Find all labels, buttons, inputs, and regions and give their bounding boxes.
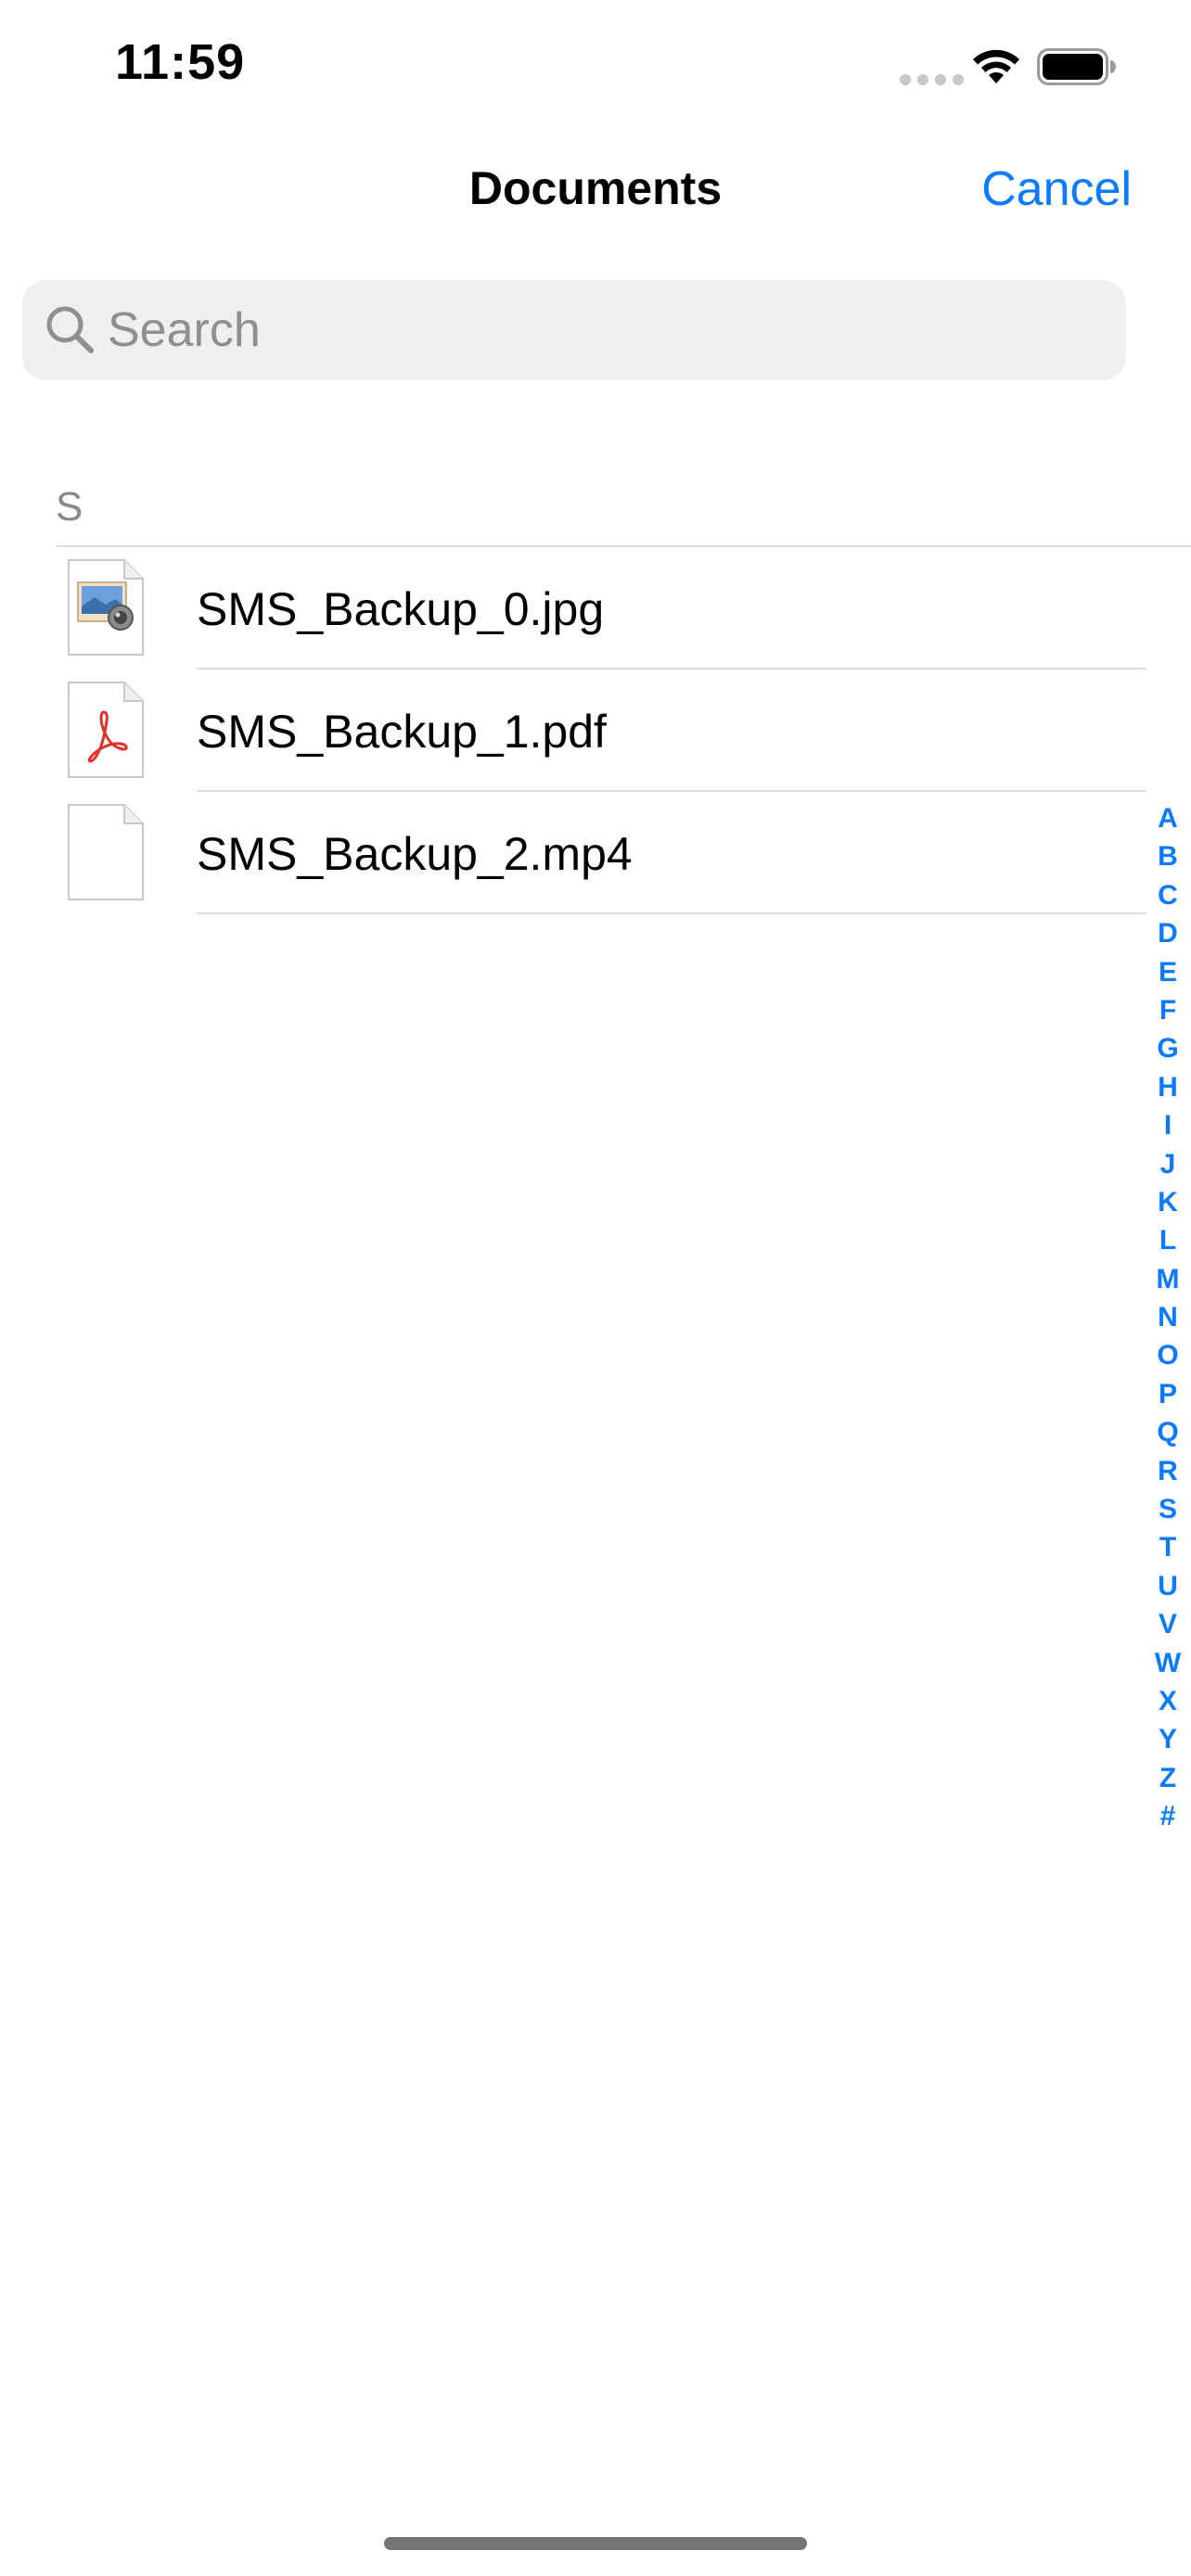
wifi-icon	[973, 49, 1019, 83]
index-letter[interactable]: L	[1159, 1221, 1176, 1259]
index-letter[interactable]: P	[1159, 1375, 1177, 1413]
index-letter[interactable]: #	[1160, 1797, 1176, 1835]
index-letter[interactable]: B	[1158, 837, 1178, 875]
file-row-sms-backup-0[interactable]: SMS_Backup_0.jpg	[0, 547, 1150, 670]
index-letter[interactable]: H	[1158, 1068, 1178, 1106]
file-name: SMS_Backup_2.mp4	[197, 828, 633, 880]
file-name: SMS_Backup_1.pdf	[197, 706, 607, 758]
cancel-button[interactable]: Cancel	[981, 161, 1132, 217]
blank-file-icon	[68, 804, 144, 900]
index-letter[interactable]: U	[1158, 1567, 1178, 1605]
index-letter[interactable]: I	[1164, 1106, 1172, 1144]
index-letter[interactable]: W	[1155, 1644, 1181, 1682]
section-index[interactable]: A B C D E F G H I J K L M N O P Q R S T U V W X Y Z #	[1150, 799, 1185, 1836]
file-name: SMS_Backup_0.jpg	[197, 583, 605, 635]
index-letter[interactable]: Y	[1159, 1720, 1177, 1758]
section-header: S	[56, 484, 83, 529]
index-letter[interactable]: F	[1159, 991, 1176, 1029]
file-row-sms-backup-2[interactable]: SMS_Backup_2.mp4	[0, 792, 1150, 914]
index-letter[interactable]: O	[1157, 1336, 1178, 1374]
search-bar[interactable]	[22, 280, 1126, 380]
index-letter[interactable]: Q	[1157, 1413, 1178, 1451]
index-letter[interactable]: M	[1157, 1260, 1180, 1298]
search-icon	[46, 306, 94, 353]
file-list: SMS_Backup_0.jpg SMS_Backup_1.pdf SMS_Ba…	[0, 547, 1150, 914]
pdf-file-icon	[68, 682, 144, 778]
index-letter[interactable]: C	[1158, 876, 1178, 914]
index-letter[interactable]: Z	[1159, 1759, 1176, 1797]
status-time: 11:59	[115, 34, 246, 90]
index-letter[interactable]: T	[1159, 1528, 1176, 1566]
index-letter[interactable]: S	[1159, 1490, 1177, 1528]
index-letter[interactable]: K	[1158, 1183, 1178, 1221]
index-letter[interactable]: A	[1158, 799, 1178, 837]
cellular-signal-icon	[900, 74, 964, 85]
index-letter[interactable]: N	[1158, 1298, 1178, 1336]
index-letter[interactable]: V	[1159, 1605, 1177, 1643]
home-indicator[interactable]	[384, 2537, 807, 2550]
index-letter[interactable]: X	[1159, 1682, 1177, 1720]
document-picker-screen: 11:59 Documents Cancel Search S SMS_Back…	[0, 0, 1191, 2576]
file-row-sms-backup-1[interactable]: SMS_Backup_1.pdf	[0, 670, 1150, 792]
battery-icon	[1037, 48, 1116, 85]
row-separator	[197, 912, 1146, 914]
image-file-icon	[68, 559, 144, 656]
index-letter[interactable]: R	[1158, 1452, 1178, 1490]
index-letter[interactable]: D	[1158, 914, 1178, 952]
index-letter[interactable]: J	[1160, 1145, 1176, 1183]
index-letter[interactable]: E	[1159, 953, 1177, 991]
index-letter[interactable]: G	[1157, 1029, 1178, 1067]
search-input[interactable]	[108, 280, 1109, 380]
